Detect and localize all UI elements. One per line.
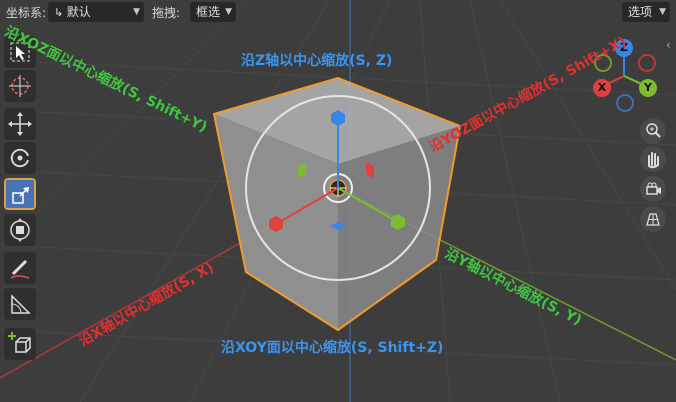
chevron-down-icon: ▼ bbox=[225, 7, 232, 17]
orientation-dropdown[interactable]: ↳ 默认 ▼ bbox=[48, 2, 144, 22]
options-label: 选项 bbox=[628, 5, 653, 19]
gizmo-x-axis[interactable]: X bbox=[593, 79, 611, 97]
add-cube-icon bbox=[8, 332, 31, 353]
cursor-icon bbox=[9, 75, 31, 97]
rotate-tool[interactable] bbox=[4, 142, 36, 174]
annotation-xoy-plane: 沿XOY面以中心缩放(S, Shift+Z) bbox=[221, 340, 444, 356]
drag-value: 框选 bbox=[196, 5, 221, 19]
transform-tool[interactable] bbox=[4, 214, 36, 246]
camera-view-button[interactable] bbox=[640, 176, 666, 202]
measure-tool[interactable] bbox=[4, 288, 36, 320]
add-cube-tool[interactable] bbox=[4, 328, 36, 360]
gizmo-neg-x-axis[interactable] bbox=[638, 54, 656, 72]
options-dropdown[interactable]: 选项 ▼ bbox=[622, 2, 670, 22]
chevron-left-icon[interactable]: ‹ bbox=[666, 38, 671, 52]
transform-icon bbox=[10, 218, 30, 242]
camera-icon bbox=[646, 182, 661, 195]
chevron-down-icon: ▼ bbox=[659, 7, 666, 17]
drag-label: 拖拽: bbox=[152, 6, 181, 20]
gizmo-y-axis[interactable]: Y bbox=[639, 79, 657, 97]
pencil-icon bbox=[10, 259, 30, 279]
annotation-z-axis: 沿Z轴以中心缩放(S, Z) bbox=[241, 53, 393, 69]
drag-dropdown[interactable]: 框选 ▼ bbox=[190, 2, 236, 22]
annotate-tool[interactable] bbox=[4, 252, 36, 284]
header-bar: 坐标系: ↳ 默认 ▼ 拖拽: 框选 ▼ 选项 ▼ bbox=[0, 0, 676, 24]
chevron-down-icon: ▼ bbox=[133, 7, 140, 17]
3d-viewport[interactable]: 坐标系: ↳ 默认 ▼ 拖拽: 框选 ▼ 选项 ▼ ‹ Z X Y 沿Z轴以中心… bbox=[0, 0, 676, 402]
move-icon bbox=[8, 112, 32, 136]
gizmo-neg-z-axis[interactable] bbox=[616, 94, 634, 112]
zoom-icon bbox=[646, 123, 661, 138]
projection-toggle-button[interactable] bbox=[640, 206, 666, 232]
scale-icon bbox=[12, 187, 29, 204]
orientation-value: 默认 bbox=[66, 5, 91, 19]
hand-icon bbox=[648, 152, 659, 169]
orientation-label: 坐标系: bbox=[6, 6, 47, 20]
move-tool[interactable] bbox=[4, 108, 36, 140]
orientation-icon: ↳ bbox=[54, 6, 67, 19]
grid-icon bbox=[646, 213, 660, 226]
zoom-button[interactable] bbox=[640, 118, 666, 144]
scale-tool[interactable] bbox=[4, 178, 36, 210]
cursor-tool[interactable] bbox=[4, 70, 36, 102]
pan-button[interactable] bbox=[640, 146, 666, 172]
ruler-icon bbox=[11, 294, 31, 314]
rotate-icon bbox=[10, 148, 29, 168]
